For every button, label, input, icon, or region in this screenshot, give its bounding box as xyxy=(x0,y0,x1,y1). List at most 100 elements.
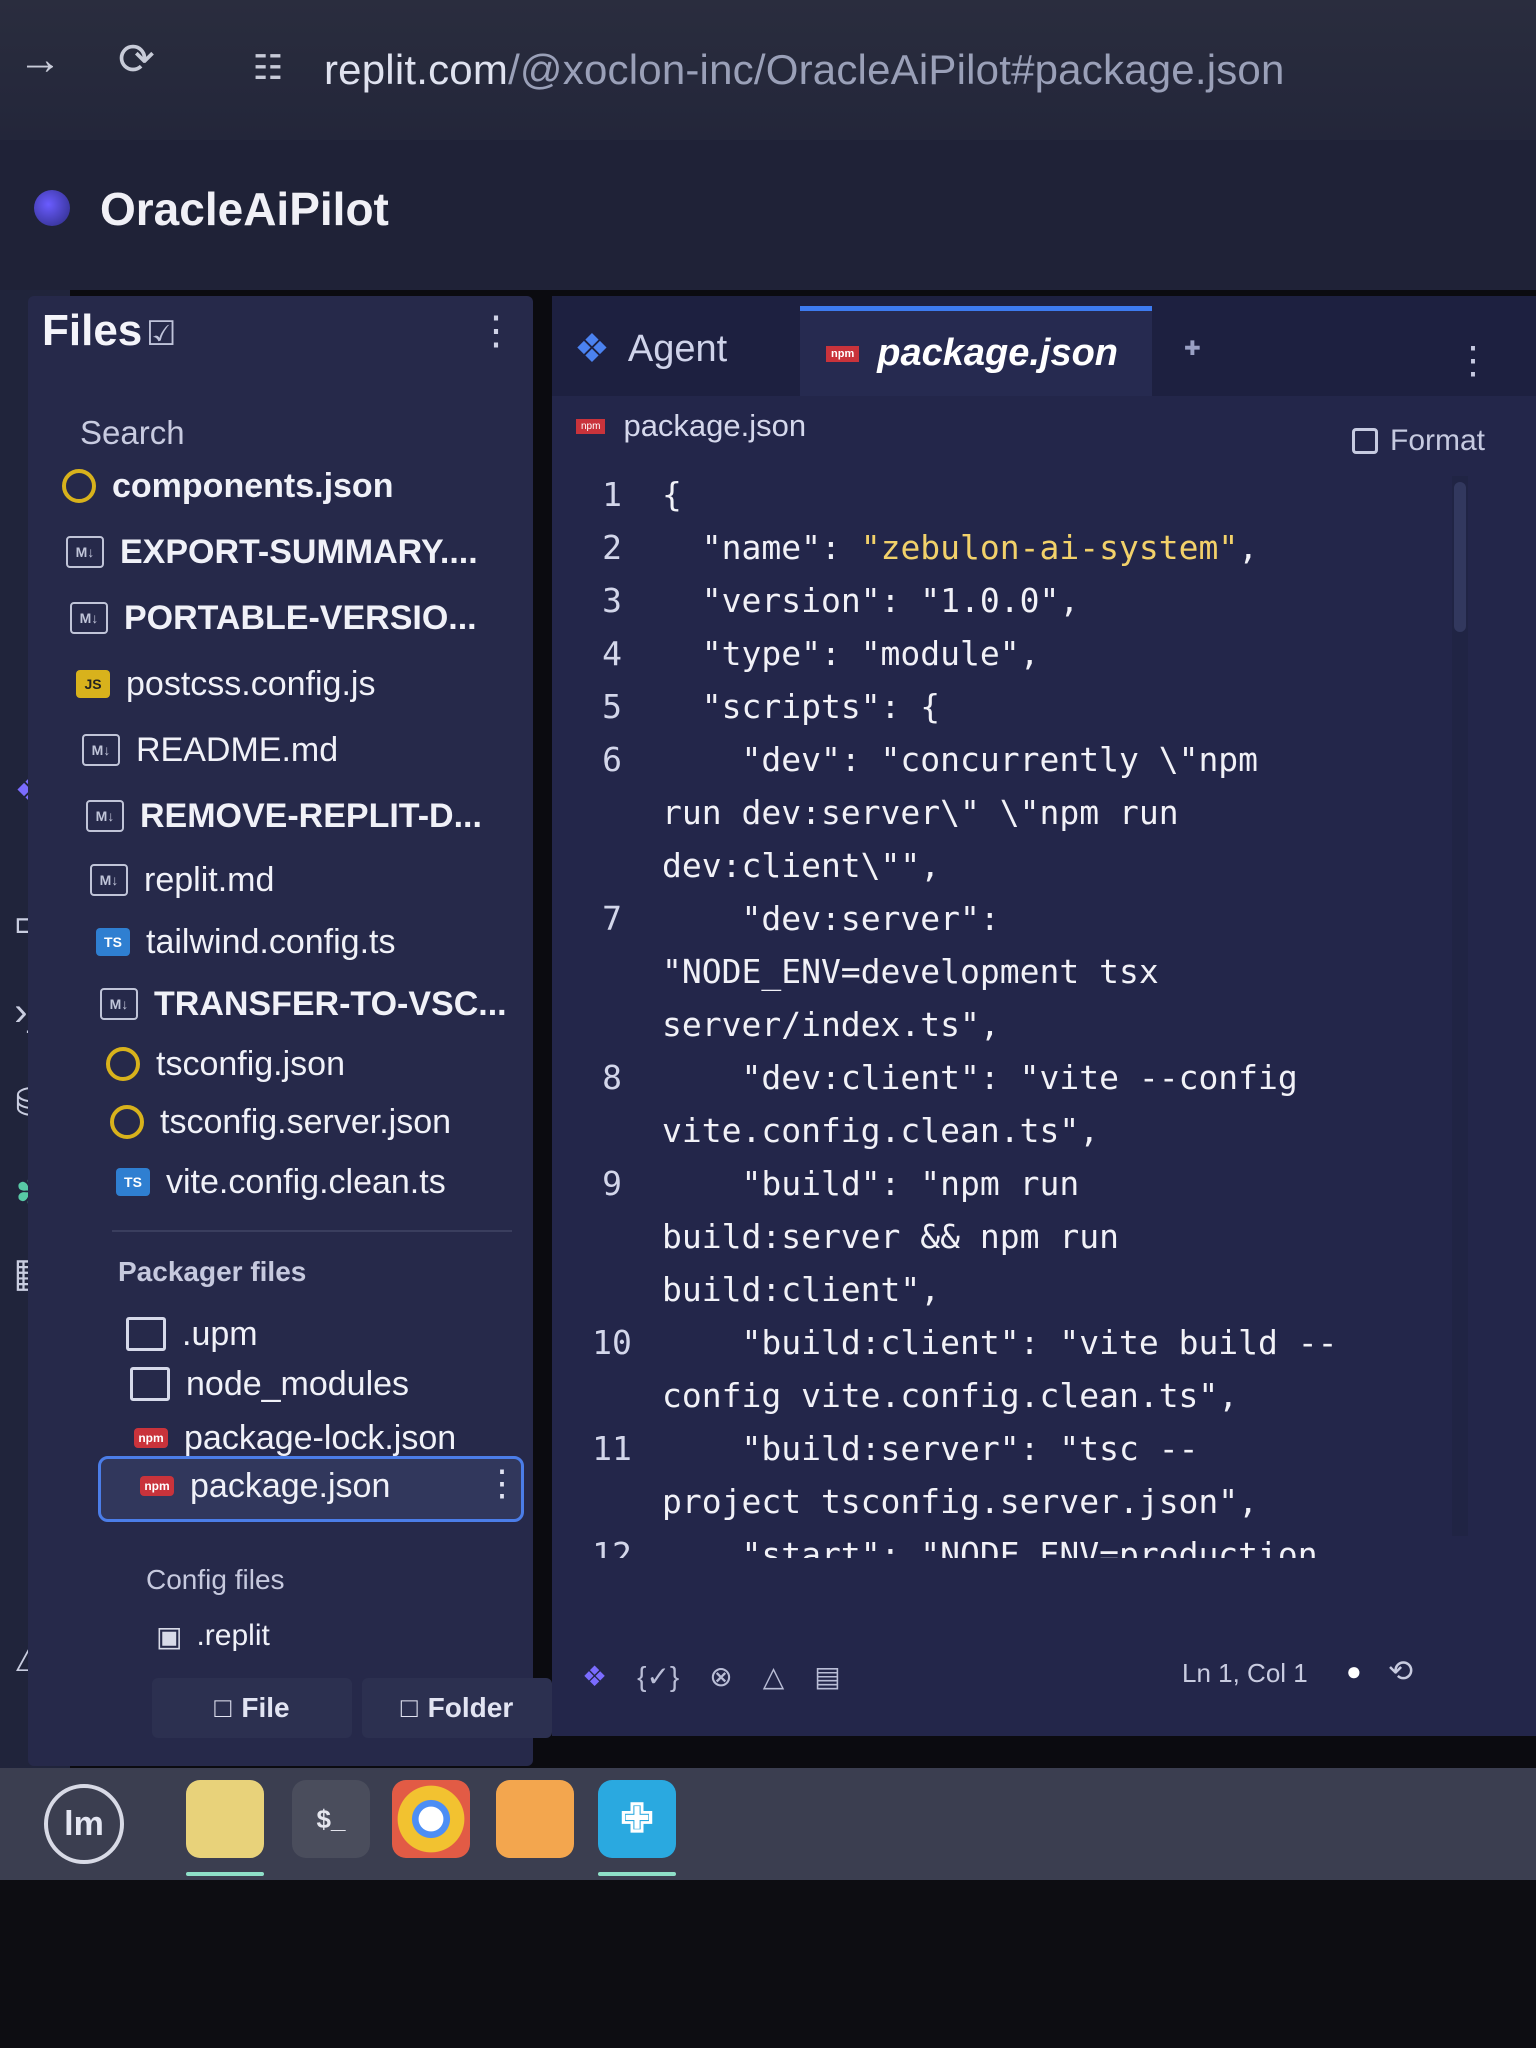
code-line[interactable]: 7 "dev:server": xyxy=(562,892,1482,945)
file-name: PORTABLE-VERSIO... xyxy=(124,598,477,637)
repl-title[interactable]: OracleAiPilot xyxy=(100,182,389,236)
new-folder-label: Folder xyxy=(427,1692,514,1723)
folder-row[interactable]: node_modules xyxy=(130,1358,409,1410)
tab-package-json[interactable]: npm package.json xyxy=(800,306,1152,396)
file-row[interactable]: M↓ README.md xyxy=(82,724,338,776)
reload-icon[interactable]: ⟳ xyxy=(118,38,155,82)
file-name: tailwind.config.ts xyxy=(146,922,396,961)
code-line[interactable]: 5 "scripts": { xyxy=(562,680,1482,733)
breadcrumb-file[interactable]: package.json xyxy=(623,408,806,444)
sync-check-icon[interactable]: ☑ xyxy=(146,314,176,354)
file-row[interactable]: JS postcss.config.js xyxy=(76,658,375,710)
line-number: 12 xyxy=(592,1535,632,1558)
file-search[interactable]: Search xyxy=(80,414,185,452)
file-row[interactable]: ▣ .replit xyxy=(156,1610,270,1662)
terminal-app-icon[interactable]: $_ xyxy=(292,1780,370,1858)
npm-file-icon: npm xyxy=(576,418,606,434)
code-token: "dev:client": "vite --config xyxy=(662,1058,1298,1097)
file-row[interactable]: M↓ EXPORT-SUMMARY.... xyxy=(66,526,478,578)
file-name: README.md xyxy=(136,730,339,769)
sublime-app-icon[interactable] xyxy=(496,1780,574,1858)
new-folder-button[interactable]: □ Folder xyxy=(362,1678,552,1738)
line-number xyxy=(562,1369,662,1422)
code-icon[interactable]: {✓} xyxy=(637,1660,679,1693)
tab-agent[interactable]: ❖ Agent xyxy=(574,314,727,384)
agent-status-icon[interactable]: ❖ xyxy=(582,1660,607,1693)
vscode-app-icon[interactable]: ✙ xyxy=(598,1780,676,1858)
file-name: replit.md xyxy=(144,860,275,899)
code-token: "version": "1.0.0", xyxy=(662,581,1080,620)
code-line[interactable]: build:server && npm run xyxy=(562,1210,1482,1263)
unsaved-dot-icon: ● xyxy=(1346,1656,1362,1686)
code-token: , xyxy=(1238,528,1259,567)
files-app-icon[interactable] xyxy=(186,1780,264,1858)
file-name: package-lock.json xyxy=(184,1418,457,1457)
file-row[interactable]: M↓ PORTABLE-VERSIO... xyxy=(70,592,477,644)
file-row[interactable]: tsconfig.json xyxy=(106,1038,345,1090)
line-number: 9 xyxy=(602,1164,622,1203)
code-line[interactable]: 2 "name": "zebulon-ai-system", xyxy=(562,521,1482,574)
new-tab-icon[interactable]: ✚ xyxy=(1184,336,1201,361)
files-menu-icon[interactable]: ⋮ xyxy=(476,308,516,354)
code-line[interactable]: build:client", xyxy=(562,1263,1482,1316)
code-line[interactable]: 12 "start": "NODE_ENV=production xyxy=(562,1528,1482,1558)
code-editor[interactable]: 1{2 "name": "zebulon-ai-system", 3 "versi… xyxy=(562,468,1482,1558)
tab-label: package.json xyxy=(877,332,1118,374)
warning-icon[interactable]: △ xyxy=(763,1660,785,1693)
code-line[interactable]: 4 "type": "module", xyxy=(562,627,1482,680)
mint-menu-icon[interactable]: lm xyxy=(44,1784,124,1864)
address-bar[interactable]: replit.com/@xoclon-inc/OracleAiPilot#pac… xyxy=(324,46,1285,94)
error-icon[interactable]: ⊗ xyxy=(709,1660,732,1693)
format-button[interactable]: Format xyxy=(1352,424,1485,458)
forward-arrow-icon[interactable]: → xyxy=(18,38,62,82)
npm-file-icon: npm xyxy=(134,1428,168,1448)
code-line[interactable]: 8 "dev:client": "vite --config xyxy=(562,1051,1482,1104)
history-icon[interactable]: ⟲ xyxy=(1388,1654,1413,1689)
file-row-menu-icon[interactable]: ⋮ xyxy=(484,1462,520,1504)
format-label: Format xyxy=(1390,424,1486,457)
file-row[interactable]: M↓ replit.md xyxy=(90,854,274,906)
tab-menu-icon[interactable]: ⋮ xyxy=(1454,338,1492,383)
code-line[interactable]: 3 "version": "1.0.0", xyxy=(562,574,1482,627)
file-row[interactable]: TS vite.config.clean.ts xyxy=(116,1156,446,1208)
repl-avatar-icon[interactable] xyxy=(34,190,70,226)
file-row[interactable]: M↓ TRANSFER-TO-VSC... xyxy=(100,978,507,1030)
code-line[interactable]: config vite.config.clean.ts", xyxy=(562,1369,1482,1422)
code-line[interactable]: vite.config.clean.ts", xyxy=(562,1104,1482,1157)
line-number: 6 xyxy=(602,740,622,779)
file-row[interactable]: M↓ REMOVE-REPLIT-D... xyxy=(86,790,482,842)
editor-scroll-thumb[interactable] xyxy=(1454,482,1466,632)
new-file-button[interactable]: □ File xyxy=(152,1678,352,1738)
code-text: "build": "npm run xyxy=(662,1157,1482,1210)
line-number: 7 xyxy=(602,899,622,938)
code-line[interactable]: 6 "dev": "concurrently \"npm xyxy=(562,733,1482,786)
file-row[interactable]: components.json xyxy=(62,460,393,512)
files-title: Files xyxy=(42,306,143,355)
code-token: "build": "npm run xyxy=(662,1164,1080,1203)
code-string-token: "zebulon-ai-system" xyxy=(860,528,1239,567)
code-text: "build:server": "tsc -- xyxy=(662,1422,1482,1475)
code-line[interactable]: 11 "build:server": "tsc -- xyxy=(562,1422,1482,1475)
file-name: node_modules xyxy=(186,1364,410,1403)
code-token: "name": xyxy=(662,528,861,567)
code-line[interactable]: 1{ xyxy=(562,468,1482,521)
file-row[interactable]: tsconfig.server.json xyxy=(110,1096,451,1148)
info-icon[interactable]: ▤ xyxy=(814,1660,840,1693)
site-info-icon[interactable]: ☷ xyxy=(236,40,300,96)
folder-row[interactable]: .upm xyxy=(126,1308,258,1360)
code-line[interactable]: server/index.ts", xyxy=(562,998,1482,1051)
file-name: EXPORT-SUMMARY.... xyxy=(120,532,478,571)
editor-scrollbar[interactable] xyxy=(1452,476,1468,1536)
code-text: run dev:server\" \"npm run xyxy=(662,786,1482,839)
file-row[interactable]: TS tailwind.config.ts xyxy=(96,916,395,968)
code-line[interactable]: "NODE_ENV=development tsx xyxy=(562,945,1482,998)
cursor-position[interactable]: Ln 1, Col 1 xyxy=(1182,1658,1308,1689)
line-number: 8 xyxy=(602,1058,622,1097)
code-line[interactable]: run dev:server\" \"npm run xyxy=(562,786,1482,839)
code-line[interactable]: 9 "build": "npm run xyxy=(562,1157,1482,1210)
code-line[interactable]: dev:client\"", xyxy=(562,839,1482,892)
code-line[interactable]: 10 "build:client": "vite build -- xyxy=(562,1316,1482,1369)
code-line[interactable]: project tsconfig.server.json", xyxy=(562,1475,1482,1528)
chrome-app-icon[interactable] xyxy=(392,1780,470,1858)
file-row[interactable]: npm package.json xyxy=(140,1460,390,1512)
